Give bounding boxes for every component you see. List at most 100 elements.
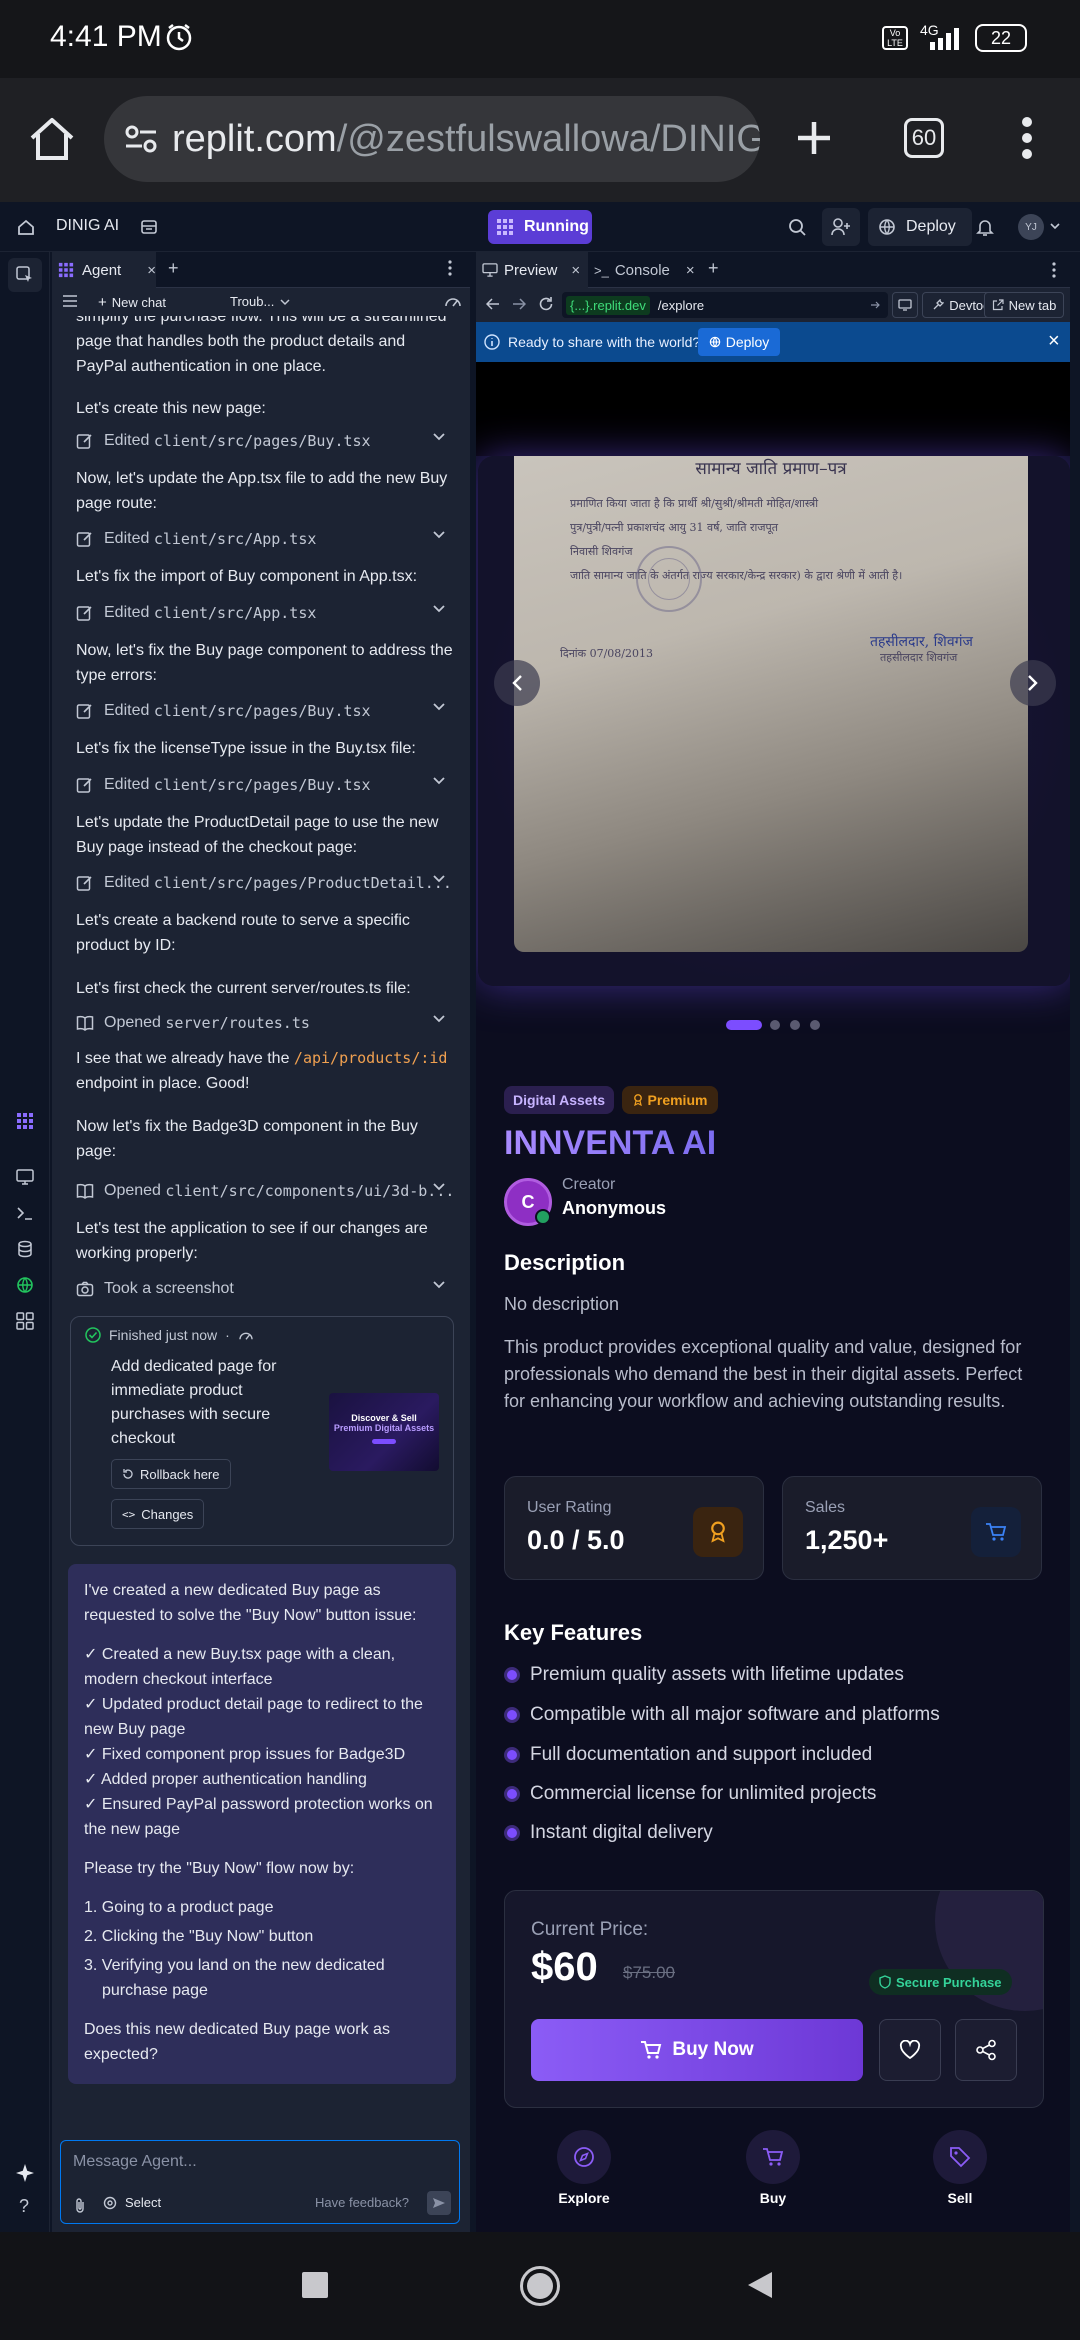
- cursor-tool-button[interactable]: [8, 258, 42, 292]
- reload-icon[interactable]: [538, 296, 554, 312]
- preview-pane: Preview × >_ Console × + {...}.replit.de…: [476, 252, 1070, 2232]
- attach-icon[interactable]: [73, 2197, 87, 2213]
- close-icon[interactable]: ×: [1048, 330, 1060, 353]
- agent-panel: Agent × + + New chat Troub... simplify th…: [52, 252, 470, 2232]
- deploy-globe-icon[interactable]: [16, 1276, 34, 1294]
- run-status: Running: [524, 218, 589, 235]
- carousel-dot[interactable]: [810, 1020, 820, 1030]
- creator-avatar[interactable]: C: [504, 1178, 552, 1226]
- file-edit-row[interactable]: Edited client/src/pages/Buy.tsx: [76, 698, 456, 724]
- buy-now-button[interactable]: Buy Now: [531, 2019, 863, 2081]
- carousel-prev-button[interactable]: [494, 660, 540, 706]
- message-input[interactable]: Message Agent...: [73, 2153, 197, 2171]
- carousel-next-button[interactable]: [1010, 660, 1056, 706]
- file-edit-row[interactable]: Edited client/src/pages/Buy.tsx: [76, 772, 456, 798]
- avatar[interactable]: YJ: [1018, 214, 1044, 240]
- add-tab-icon[interactable]: +: [708, 258, 719, 279]
- rollback-button[interactable]: Rollback here: [111, 1459, 231, 1489]
- close-icon[interactable]: ×: [147, 262, 156, 279]
- nav-buy[interactable]: Buy: [725, 2130, 821, 2206]
- file-edit-row[interactable]: Edited client/src/pages/Buy.tsx: [76, 428, 456, 454]
- preview-url-field[interactable]: {...}.replit.dev /explore: [562, 292, 888, 318]
- checkpoint-title: Add dedicated page for immediate product…: [111, 1358, 277, 1447]
- check-circle-icon: [85, 1327, 101, 1343]
- action-label: Edited: [104, 530, 150, 547]
- carousel-dot[interactable]: [770, 1020, 780, 1030]
- file-edit-row[interactable]: Edited client/src/App.tsx: [76, 600, 456, 626]
- send-button[interactable]: [427, 2191, 451, 2215]
- new-chat-button[interactable]: + New chat: [98, 294, 166, 311]
- speedometer-icon[interactable]: [444, 294, 462, 308]
- replit-agent-icon[interactable]: [16, 1112, 34, 1130]
- app-bottom-nav: Explore Buy Sell: [476, 2122, 1070, 2232]
- tab-console[interactable]: >_ Console ×: [594, 252, 700, 288]
- summary-step: 3. Verifying you land on the new dedicat…: [84, 1957, 385, 1999]
- home-icon[interactable]: [28, 116, 76, 162]
- recents-button[interactable]: [302, 2272, 328, 2298]
- chevron-down-icon: [433, 1015, 445, 1023]
- message-input-box[interactable]: Message Agent... Select Have feedback?: [60, 2140, 460, 2224]
- nav-sell[interactable]: Sell: [912, 2130, 1008, 2206]
- url-bar[interactable]: replit.com/@zestfulswallowa/DINIG-: [104, 96, 760, 182]
- add-tab-icon[interactable]: +: [168, 258, 179, 279]
- carousel-dot[interactable]: [790, 1020, 800, 1030]
- info-icon: [484, 334, 500, 350]
- all-tools-icon[interactable]: [16, 1312, 34, 1330]
- project-name[interactable]: DINIG AI: [56, 217, 119, 235]
- home-button[interactable]: [520, 2266, 560, 2306]
- chevron-down-icon[interactable]: [1050, 222, 1060, 230]
- nav-explore[interactable]: Explore: [536, 2130, 632, 2206]
- kebab-menu-icon[interactable]: [448, 260, 452, 276]
- overflow-menu-icon[interactable]: [1020, 116, 1034, 160]
- screenshot-row[interactable]: Took a screenshot: [76, 1276, 456, 1302]
- pane-divider[interactable]: [470, 252, 476, 2232]
- run-button[interactable]: Running: [488, 210, 592, 244]
- file-open-row[interactable]: Opened client/src/components/ui/3d-b...: [76, 1178, 456, 1204]
- database-icon[interactable]: [16, 1240, 34, 1258]
- wishlist-button[interactable]: [879, 2019, 941, 2081]
- close-icon[interactable]: ×: [571, 262, 580, 279]
- home-icon[interactable]: [17, 218, 35, 236]
- site-settings-icon[interactable]: [124, 124, 158, 154]
- chat-scroll[interactable]: simplify the purchase flow. This will be…: [52, 316, 470, 2100]
- back-arrow-icon[interactable]: [486, 298, 500, 310]
- tab-agent[interactable]: Agent ×: [52, 252, 156, 288]
- file-edit-row[interactable]: Edited client/src/App.tsx: [76, 526, 456, 552]
- url-host: {...}.replit.dev: [566, 295, 650, 315]
- agent-message: Let's test the application to see if our…: [76, 1220, 428, 1262]
- invite-user-button[interactable]: [822, 208, 860, 246]
- deploy-button[interactable]: Deploy: [868, 208, 972, 246]
- close-icon[interactable]: ×: [686, 262, 695, 279]
- monitor-icon[interactable]: [16, 1168, 34, 1186]
- kebab-menu-icon[interactable]: [1052, 262, 1056, 278]
- tab-preview[interactable]: Preview ×: [476, 252, 588, 288]
- file-open-row[interactable]: Opened server/routes.ts: [76, 1010, 456, 1036]
- list-icon[interactable]: [62, 294, 78, 308]
- checkpoint-thumbnail[interactable]: Discover & Sell Premium Digital Assets: [329, 1393, 439, 1471]
- forward-arrow-icon[interactable]: [512, 298, 526, 310]
- action-label: Edited: [104, 776, 150, 793]
- bell-icon[interactable]: [976, 218, 994, 236]
- image-carousel[interactable]: सामान्य जाति प्रमाण–पत्र प्रमाणित किया ज…: [478, 456, 1070, 986]
- new-tab-icon[interactable]: [794, 118, 834, 158]
- back-button[interactable]: [746, 2270, 774, 2300]
- sparkle-icon[interactable]: [16, 2164, 34, 2182]
- console-icon[interactable]: [16, 1204, 34, 1222]
- carousel-dots: [726, 1020, 820, 1030]
- file-edit-row[interactable]: Edited client/src/pages/ProductDetail...: [76, 870, 456, 896]
- app-top-bar: [476, 362, 1070, 456]
- tab-switcher-button[interactable]: 60: [904, 118, 944, 158]
- banner-deploy-button[interactable]: Deploy: [698, 328, 780, 356]
- carousel-dot-active[interactable]: [726, 1020, 762, 1030]
- database-icon[interactable]: [140, 218, 158, 236]
- help-icon[interactable]: ?: [19, 2196, 29, 2217]
- action-label: Edited: [104, 604, 150, 621]
- share-button[interactable]: [955, 2019, 1017, 2081]
- search-icon[interactable]: [788, 218, 806, 236]
- chat-selector[interactable]: Troub...: [230, 294, 290, 309]
- device-toggle-button[interactable]: [892, 292, 918, 318]
- changes-button[interactable]: <> Changes: [111, 1499, 205, 1529]
- new-tab-button[interactable]: New tab: [984, 292, 1064, 318]
- select-element-button[interactable]: Select: [103, 2195, 161, 2210]
- feedback-link[interactable]: Have feedback?: [315, 2195, 409, 2210]
